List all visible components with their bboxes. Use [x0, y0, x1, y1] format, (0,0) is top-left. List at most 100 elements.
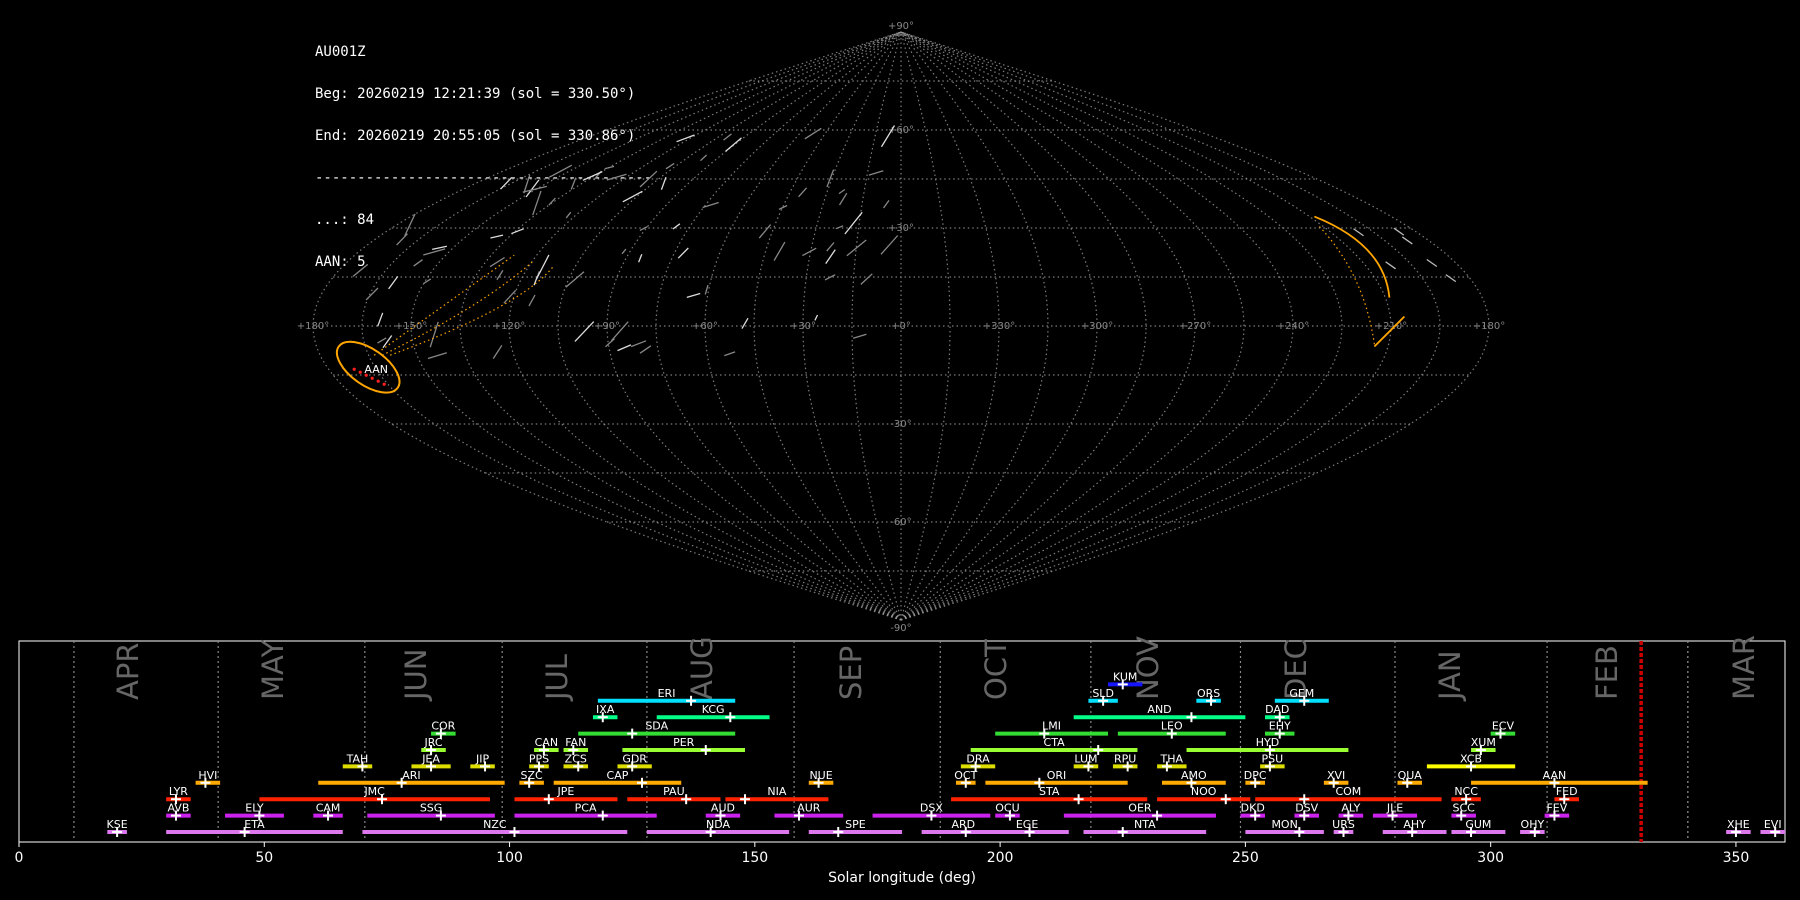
- shower-label: COM: [1335, 785, 1361, 798]
- shower-label: QUA: [1398, 769, 1423, 782]
- shower-label: AHY: [1403, 818, 1426, 831]
- shower-label: NUE: [809, 769, 832, 782]
- shower-label: DKD: [1241, 802, 1265, 815]
- shower-qua: QUA: [1397, 769, 1422, 788]
- shower-label: XVI: [1327, 769, 1345, 782]
- shower-jip: JIP: [470, 752, 495, 772]
- shower-label: SSG: [420, 802, 443, 815]
- month-label: JUN: [399, 649, 433, 702]
- shower-urs: URS: [1332, 818, 1355, 837]
- shower-label: JPE: [557, 785, 575, 798]
- shower-jmc: JMC: [259, 785, 490, 805]
- shower-label: ORI: [1047, 769, 1067, 782]
- month-label: FEB: [1590, 645, 1624, 700]
- shower-gum: GUM: [1451, 818, 1506, 837]
- x-axis-tick-label: 200: [987, 850, 1014, 866]
- shower-label: AAN: [1543, 769, 1567, 782]
- shower-pca: PCA: [514, 802, 657, 821]
- shower-label: SZC: [521, 769, 544, 782]
- shower-label: COR: [431, 720, 455, 733]
- shower-eta: ETA: [166, 818, 343, 837]
- shower-label: PAU: [663, 785, 685, 798]
- shower-sda: SDA: [578, 720, 736, 739]
- shower-label: KCG: [702, 703, 725, 716]
- shower-label: JIP: [475, 752, 489, 765]
- month-label: JAN: [1433, 650, 1467, 702]
- shower-label: LYR: [169, 785, 188, 798]
- shower-label: TAH: [346, 752, 369, 765]
- shower-label: DAD: [1265, 703, 1289, 716]
- x-axis-tick-label: 350: [1723, 850, 1750, 866]
- shower-label: DPC: [1244, 769, 1267, 782]
- shower-lum: LUM: [1073, 752, 1099, 772]
- month-label: NOV: [1131, 636, 1165, 700]
- shower-label: EGE: [1016, 818, 1038, 831]
- shower-label: KUM: [1113, 670, 1137, 683]
- shower-label: NZC: [483, 818, 507, 831]
- shower-pau: PAU: [627, 785, 721, 805]
- shower-aur: AUR: [774, 802, 844, 821]
- shower-label: NCC: [1454, 785, 1478, 798]
- x-axis-tick-label: 300: [1477, 850, 1504, 866]
- shower-cta: CTA: [970, 736, 1138, 755]
- shower-label: FAN: [565, 736, 586, 749]
- shower-label: STA: [1039, 785, 1060, 798]
- shower-label: EVI: [1764, 818, 1782, 831]
- shower-label: OCT: [954, 769, 977, 782]
- month-label: SEP: [834, 646, 868, 700]
- shower-label: ZCS: [565, 752, 587, 765]
- shower-sta: STA: [951, 785, 1148, 805]
- shower-rpu: RPU: [1112, 752, 1138, 772]
- shower-label: DRA: [966, 752, 990, 765]
- shower-label: HYD: [1256, 736, 1279, 749]
- shower-dpc: DPC: [1244, 769, 1267, 788]
- shower-label: GDR: [622, 752, 647, 765]
- shower-label: IXA: [596, 703, 615, 716]
- shower-label: XCB: [1460, 752, 1482, 765]
- shower-label: ALY: [1341, 802, 1360, 815]
- shower-label: HVI: [198, 769, 217, 782]
- shower-label: ECV: [1492, 720, 1515, 733]
- shower-label: ARI: [402, 769, 420, 782]
- shower-label: OER: [1128, 802, 1152, 815]
- shower-ohy: OHY: [1520, 818, 1545, 837]
- shower-label: NTA: [1134, 818, 1156, 831]
- shower-kcg: KCG: [656, 703, 770, 723]
- shower-label: JEA: [421, 752, 440, 765]
- shower-label: LUM: [1074, 752, 1097, 765]
- shower-label: PPS: [529, 752, 549, 765]
- shower-dsv: DSV: [1294, 802, 1319, 821]
- shower-label: JMC: [363, 785, 385, 798]
- shower-jpe: JPE: [514, 785, 618, 805]
- shower-label: XHE: [1727, 818, 1750, 831]
- shower-hvi: HVI: [195, 769, 221, 788]
- month-label: MAY: [256, 639, 290, 700]
- shower-mon: MON: [1245, 818, 1324, 837]
- shower-label: OCU: [995, 802, 1019, 815]
- shower-szc: SZC: [519, 769, 544, 788]
- shower-nta: NTA: [1083, 818, 1207, 837]
- shower-noo: NOO: [1157, 785, 1251, 805]
- shower-zcs: ZCS: [563, 752, 589, 772]
- shower-label: EHY: [1269, 720, 1291, 733]
- shower-evi: EVI: [1760, 818, 1785, 837]
- shower-nzc: NZC: [362, 818, 628, 837]
- x-axis-tick-label: 0: [15, 850, 24, 866]
- shower-label: DSX: [920, 802, 943, 815]
- shower-label: PSU: [1262, 752, 1284, 765]
- month-label: MAR: [1727, 635, 1761, 700]
- shower-and: AND: [1073, 703, 1246, 723]
- shower-label: ETA: [244, 818, 265, 831]
- shower-ari: ARI: [318, 769, 505, 788]
- shower-label: CAN: [535, 736, 558, 749]
- shower-ege: EGE: [985, 818, 1069, 837]
- month-label: OCT: [979, 639, 1013, 700]
- shower-label: FED: [1556, 785, 1578, 798]
- month-label: JUL: [540, 654, 574, 702]
- shower-label: JLE: [1386, 802, 1403, 815]
- shower-label: AND: [1147, 703, 1171, 716]
- shower-kse: KSE: [107, 818, 128, 837]
- shower-label: CAP: [607, 769, 629, 782]
- shower-label: NOO: [1191, 785, 1217, 798]
- shower-label: PER: [673, 736, 695, 749]
